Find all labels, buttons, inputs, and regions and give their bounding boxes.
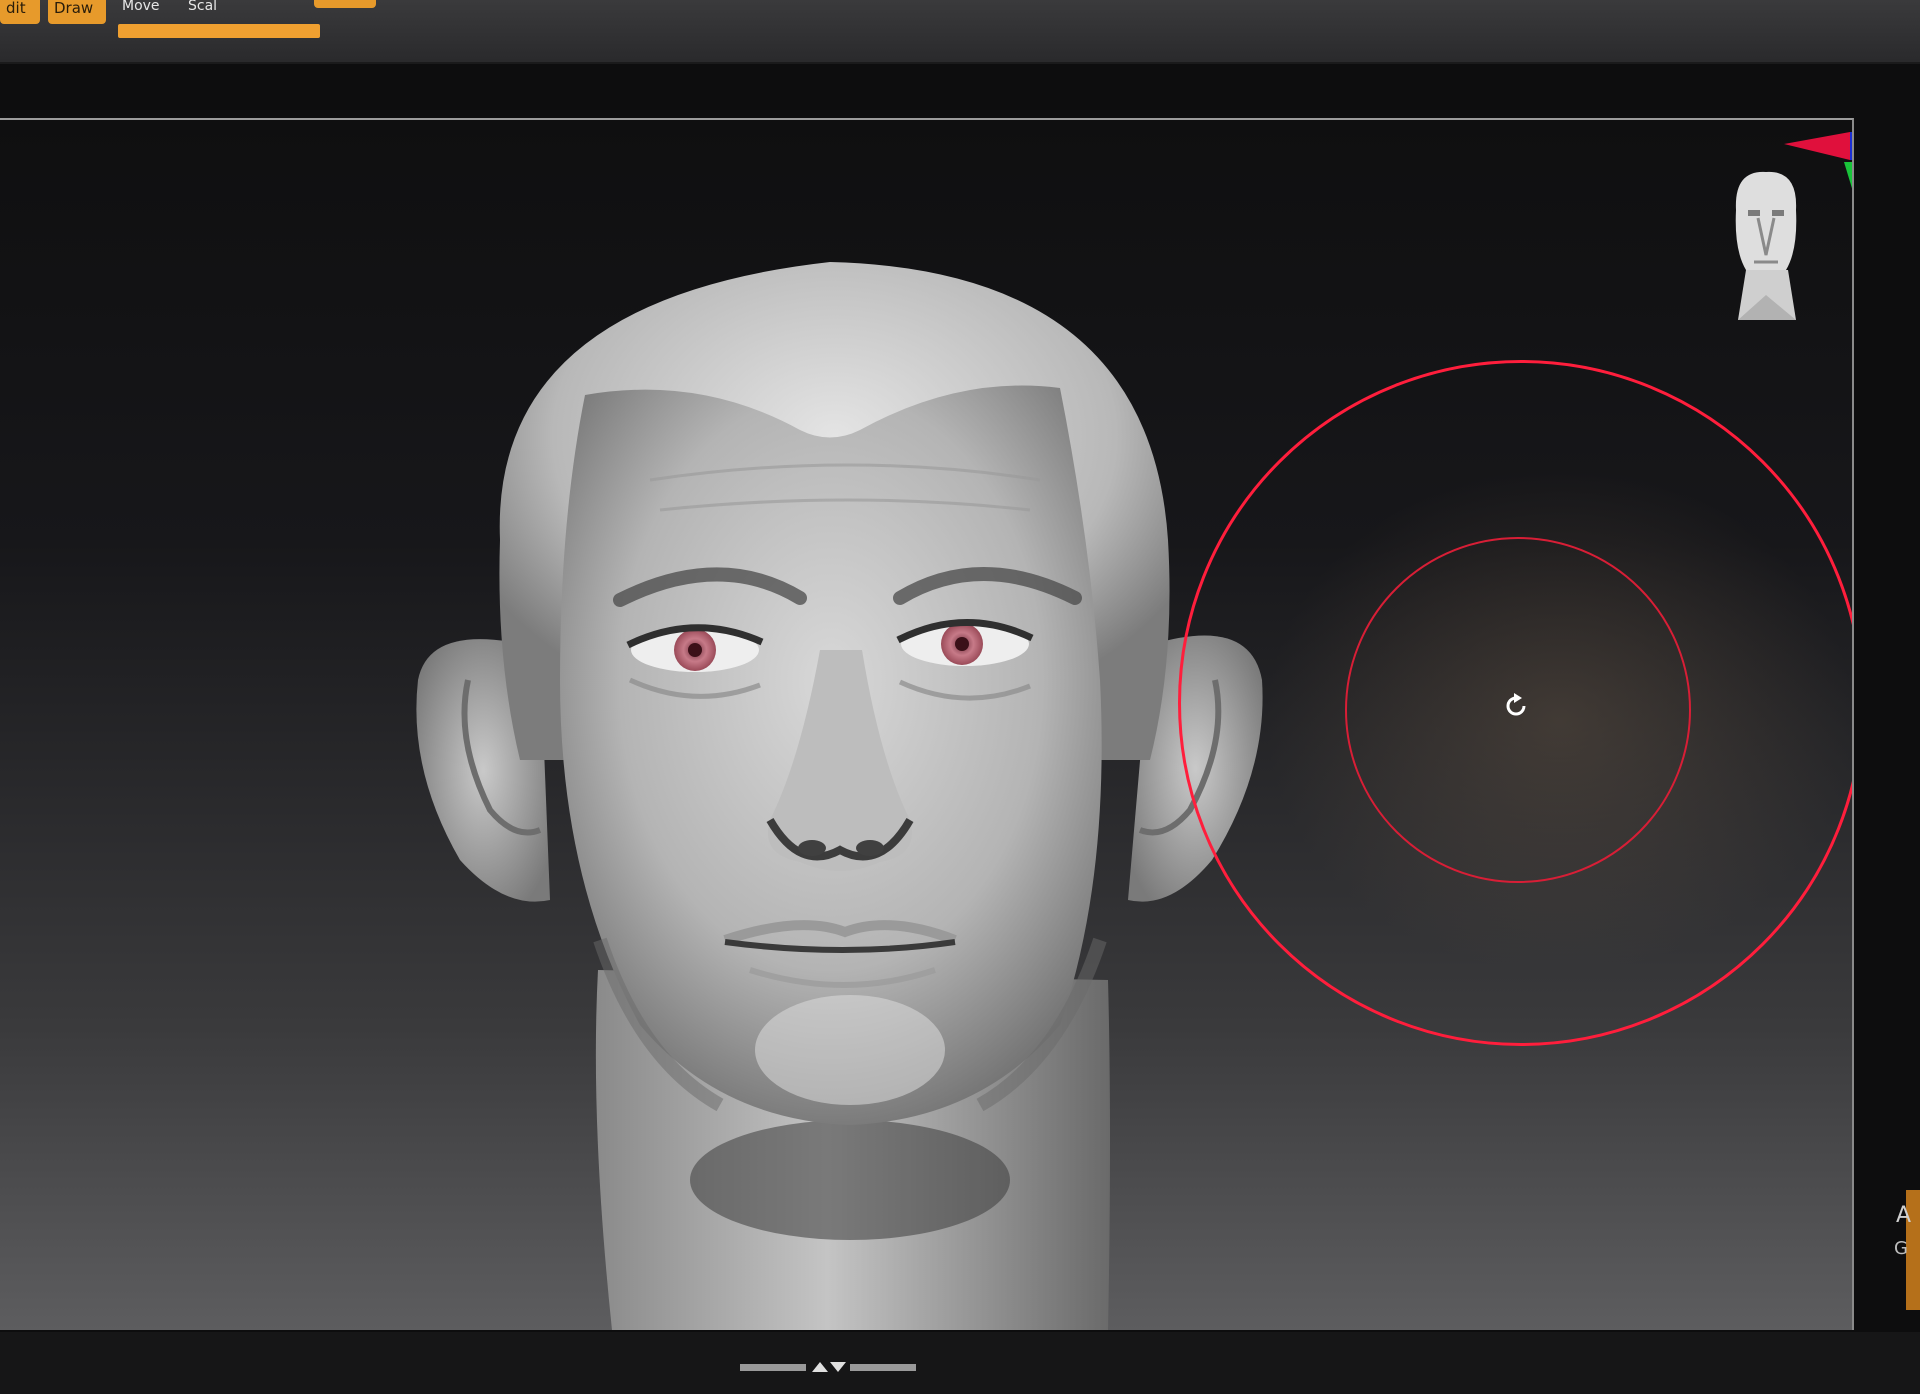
- rotate-icon: [1506, 693, 1526, 716]
- canvas-viewport[interactable]: [0, 118, 1854, 1330]
- move-button[interactable]: Move: [122, 0, 160, 12]
- scale-button[interactable]: Scal: [188, 0, 217, 12]
- zbrush-screen: dit Draw Move Scal A G: [0, 0, 1920, 1394]
- active-tool-indicator: [118, 24, 320, 38]
- bottom-shelf-toggle-icon[interactable]: [740, 1360, 916, 1374]
- side-panel-label: A: [1896, 1203, 1912, 1228]
- xyz-axis-icon[interactable]: [1784, 132, 1854, 232]
- edit-button[interactable]: dit: [0, 0, 40, 24]
- draw-button[interactable]: Draw: [48, 0, 106, 24]
- rotate-button[interactable]: [314, 0, 376, 8]
- top-toolbar: dit Draw Move Scal: [0, 0, 1920, 64]
- bottom-shelf: [0, 1332, 1920, 1394]
- side-panel-label-2: G: [1894, 1238, 1908, 1259]
